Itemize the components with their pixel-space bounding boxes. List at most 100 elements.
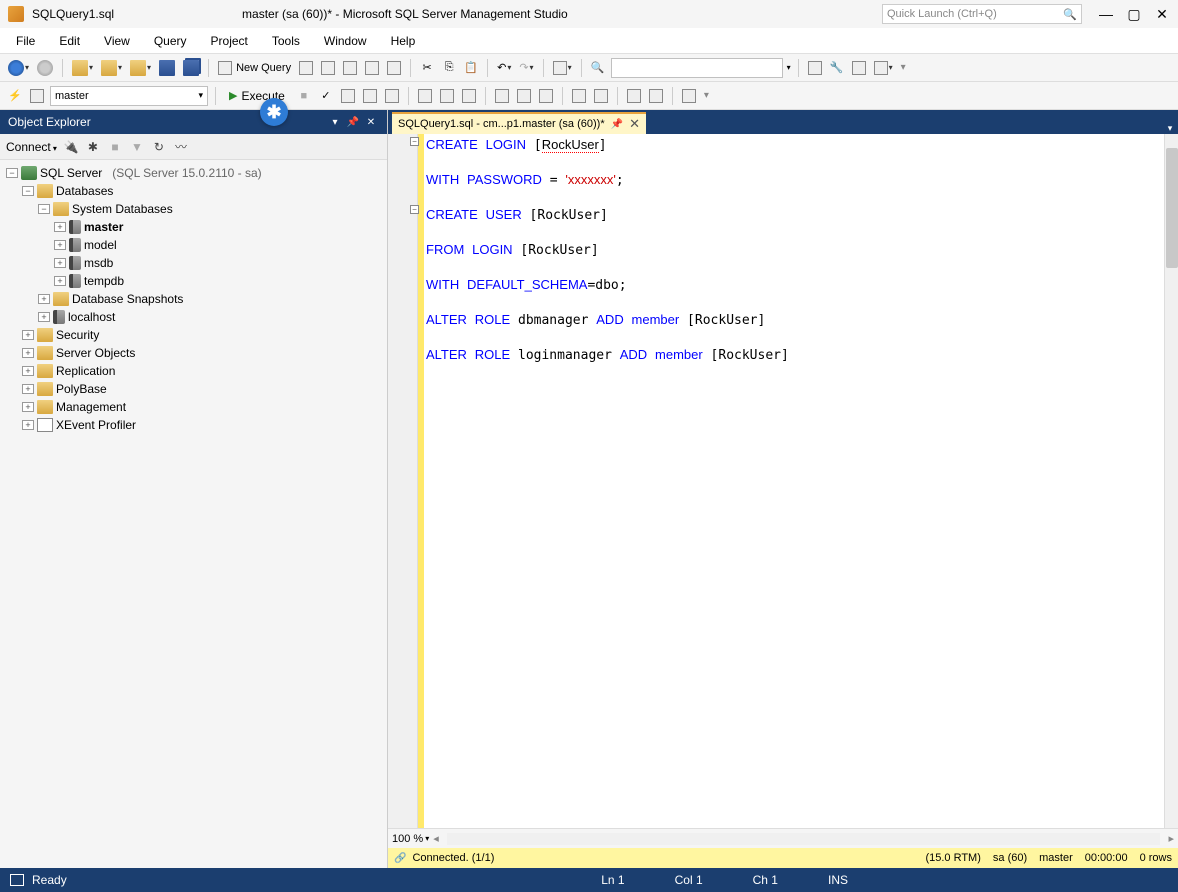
oe-close-button[interactable]: ✕ (363, 115, 379, 129)
live-stats-button[interactable] (438, 86, 456, 106)
results-file-button[interactable] (537, 86, 555, 106)
parse-button[interactable]: ✓ (317, 86, 335, 106)
menu-tools[interactable]: Tools (260, 30, 312, 52)
tree-db-msdb[interactable]: +msdb (0, 254, 387, 272)
fold-toggle[interactable]: − (410, 137, 419, 146)
toolbox-button[interactable] (850, 58, 868, 78)
redo-button[interactable]: ↷▾ (517, 58, 535, 78)
tree-snapshots[interactable]: +Database Snapshots (0, 290, 387, 308)
menu-query[interactable]: Query (142, 30, 199, 52)
uncomment-button[interactable] (592, 86, 610, 106)
tree-db-tempdb[interactable]: +tempdb (0, 272, 387, 290)
menu-window[interactable]: Window (312, 30, 379, 52)
pin-icon[interactable]: 📌 (611, 119, 623, 130)
insert-mode: INS (828, 873, 848, 887)
menu-edit[interactable]: Edit (47, 30, 92, 52)
open-file-button[interactable]: ▾ (99, 58, 124, 78)
connect-oe-button[interactable]: 🔌 (63, 139, 79, 155)
activity-monitor-button[interactable] (806, 58, 824, 78)
stop-oe-button[interactable]: ■ (107, 139, 123, 155)
code-content[interactable]: CREATE LOGIN [RockUser] WITH PASSWORD = … (424, 134, 1164, 828)
save-all-button[interactable] (181, 58, 201, 78)
dmx-query-button[interactable] (341, 58, 359, 78)
results-text-button[interactable] (493, 86, 511, 106)
add-button[interactable]: ▾ (128, 58, 153, 78)
display-plan-button[interactable] (339, 86, 357, 106)
activity-button[interactable]: 〰 (173, 139, 189, 155)
change-connection-button[interactable]: ⚡ (6, 86, 24, 106)
stats-icon (440, 89, 454, 103)
query-options-button[interactable] (361, 86, 379, 106)
undo-button[interactable]: ↶▾ (495, 58, 513, 78)
tool-wrench-button[interactable]: 🔧 (828, 58, 846, 78)
maximize-button[interactable]: ▢ (1126, 6, 1142, 22)
new-project-button[interactable]: ▾ (70, 58, 95, 78)
refresh-button[interactable]: ↻ (151, 139, 167, 155)
folder-icon (37, 328, 53, 342)
code-editor[interactable]: − − CREATE LOGIN [RockUser] WITH PASSWOR… (388, 134, 1178, 828)
tree-xevent[interactable]: +XEvent Profiler (0, 416, 387, 434)
mdx-query-button[interactable] (319, 58, 337, 78)
tab-close-button[interactable]: ✕ (629, 116, 640, 132)
copy-button[interactable]: ⎘ (440, 58, 458, 78)
connection-status-bar: 🔗 Connected. (1/1) (15.0 RTM) sa (60) ma… (388, 848, 1178, 868)
indent-icon (627, 89, 641, 103)
new-query-button[interactable]: New Query (216, 58, 293, 78)
menu-view[interactable]: View (92, 30, 142, 52)
vertical-scrollbar[interactable] (1164, 134, 1178, 828)
intellisense-button[interactable] (383, 86, 401, 106)
tree-db-model[interactable]: +model (0, 236, 387, 254)
filter-button[interactable]: ▼ (129, 139, 145, 155)
menu-project[interactable]: Project (199, 30, 260, 52)
nav-back-button[interactable]: ▾ (6, 58, 31, 78)
tree-management[interactable]: +Management (0, 398, 387, 416)
notification-badge[interactable]: ✱ (260, 98, 288, 126)
outdent-button[interactable] (647, 86, 665, 106)
database-combo[interactable]: master ▾ (50, 86, 208, 106)
horizontal-scrollbar[interactable] (447, 833, 1161, 845)
client-stats-button[interactable] (460, 86, 478, 106)
scroll-thumb[interactable] (1166, 148, 1178, 268)
available-db-button[interactable] (28, 86, 46, 106)
comment-button[interactable] (570, 86, 588, 106)
db-engine-query-button[interactable] (297, 58, 315, 78)
tree-db-master[interactable]: +master (0, 218, 387, 236)
paste-button[interactable]: 📋 (462, 58, 480, 78)
minimize-button[interactable]: — (1098, 6, 1114, 22)
dax-query-button[interactable] (385, 58, 403, 78)
tree-server-objects[interactable]: +Server Objects (0, 344, 387, 362)
save-button[interactable] (157, 58, 177, 78)
menu-help[interactable]: Help (379, 30, 428, 52)
stop-button[interactable]: ■ (295, 86, 313, 106)
cut-button[interactable]: ✂ (418, 58, 436, 78)
oe-pin-button[interactable]: 📌 (345, 115, 361, 129)
find-combo[interactable] (611, 58, 783, 78)
tree-replication[interactable]: +Replication (0, 362, 387, 380)
find-button[interactable]: 🔍 (589, 58, 607, 78)
results-grid-button[interactable] (515, 86, 533, 106)
disconnect-button[interactable]: ✱ (85, 139, 101, 155)
object-explorer-tree[interactable]: −SQL Server(SQL Server 15.0.2110 - sa) −… (0, 160, 387, 868)
window-layout-button[interactable]: ▾ (872, 58, 895, 78)
document-tab[interactable]: SQLQuery1.sql - cm...p1.master (sa (60))… (392, 112, 646, 134)
include-plan-button[interactable] (416, 86, 434, 106)
quick-launch-input[interactable]: Quick Launch (Ctrl+Q) 🔍 (882, 4, 1082, 24)
tree-databases[interactable]: −Databases (0, 182, 387, 200)
specify-values-button[interactable] (680, 86, 698, 106)
tree-polybase[interactable]: +PolyBase (0, 380, 387, 398)
connect-button[interactable]: Connect ▾ (6, 140, 57, 154)
tree-localhost[interactable]: +localhost (0, 308, 387, 326)
nav-forward-button[interactable] (35, 58, 55, 78)
fold-toggle[interactable]: − (410, 205, 419, 214)
indent-button[interactable] (625, 86, 643, 106)
menu-file[interactable]: File (4, 30, 47, 52)
zoom-combo[interactable]: 100 % ▾ (392, 833, 429, 845)
tree-server[interactable]: −SQL Server(SQL Server 15.0.2110 - sa) (0, 164, 387, 182)
tab-list-dropdown[interactable]: ▾ (1162, 123, 1178, 134)
xmla-query-button[interactable] (363, 58, 381, 78)
close-button[interactable]: ✕ (1154, 6, 1170, 22)
tree-system-databases[interactable]: −System Databases (0, 200, 387, 218)
properties-button[interactable]: ▾ (551, 58, 574, 78)
oe-dropdown-button[interactable]: ▾ (327, 115, 343, 129)
tree-security[interactable]: +Security (0, 326, 387, 344)
